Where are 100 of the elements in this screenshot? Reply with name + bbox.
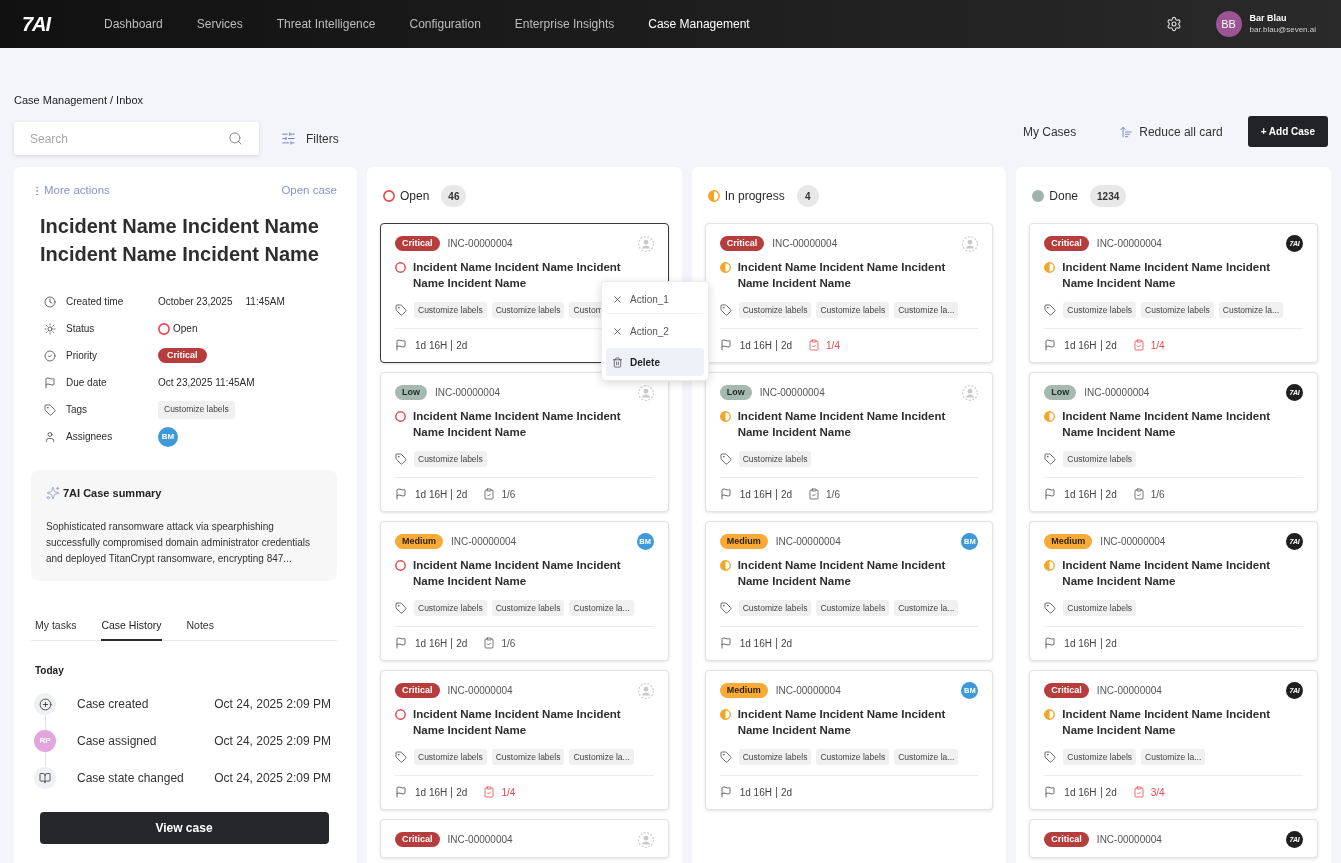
case-title: Incident Name Incident Name Incident Name Incident Name (413, 558, 622, 589)
case-card[interactable]: Critical INC-00000004 Incident Name Incident Name Incident Name Incident Name Customize labels Customize labels Customize la... 1d 16H 2d 1/4 (704, 223, 994, 363)
status-half-circle-icon (707, 190, 720, 202)
case-card[interactable]: Low INC-00000004 Incident Name Incident Name Incident Name Incident Name Customize labels 1d 16H 2d 1/6 (380, 372, 669, 512)
menu-item[interactable]: Action_1 (606, 286, 704, 314)
user-avatar[interactable]: BB (1215, 11, 1242, 37)
menu-item[interactable]: Delete (606, 348, 704, 376)
tag-icon (395, 453, 407, 465)
count-pill: 1234 (1090, 185, 1127, 207)
case-title: Incident Name Incident Name Incident Name Incident Name (737, 558, 947, 589)
nav-link[interactable]: Configuration (409, 15, 481, 33)
subtasks-icon (808, 488, 821, 500)
flag-icon (1044, 488, 1057, 500)
flag-icon (395, 339, 407, 351)
field-label: Priority (66, 349, 99, 363)
nav-link[interactable]: Services (196, 15, 243, 33)
history-group-label: Today (35, 664, 64, 678)
case-title: Incident Name Incident Name Incident Name Incident Name (737, 409, 947, 440)
assignee-avatar: RP (34, 730, 56, 752)
due-time: 2d (456, 487, 468, 502)
case-title: Incident Name Incident Name Incident Name Incident Name (1062, 558, 1272, 589)
flag-icon (395, 488, 407, 500)
unassigned-user-icon (637, 235, 654, 252)
subtasks-icon (1132, 786, 1145, 798)
tag-icon (1044, 453, 1057, 465)
field-value: Oct 23,2025 11:45AM (158, 376, 255, 390)
subtasks-count: 1/6 (1150, 487, 1165, 502)
tag-icon (1044, 304, 1057, 316)
case-card[interactable]: Critical INC-00000004 (380, 819, 669, 858)
case-id: INC-00000004 (772, 237, 838, 251)
priority-badge: Critical (1044, 683, 1089, 698)
tag-icon (1044, 751, 1057, 763)
sparkle-icon (46, 486, 60, 500)
user-email: bar.blau@seven.ai (1249, 24, 1316, 36)
tag-chip: Customize labels (738, 749, 812, 765)
subtasks-count: 1/6 (501, 636, 516, 651)
tag-chip: Customize labels (414, 451, 487, 467)
tag-chip: Customize labels (491, 749, 565, 765)
user-icon (44, 430, 56, 443)
search-field[interactable]: Search (14, 122, 259, 155)
case-title: Incident Name Incident Name Incident Name Incident Name (39, 214, 320, 267)
nav-link[interactable]: Dashboard (104, 15, 163, 33)
case-id: INC-00000004 (759, 386, 825, 400)
assignee-avatar: BM (158, 426, 178, 447)
nav-link[interactable]: Enterprise Insights (514, 15, 615, 33)
summary-title: 7AI Case summary (63, 485, 162, 501)
filters-button[interactable]: Filters (281, 129, 339, 148)
due-time: 2d (456, 636, 468, 651)
tab[interactable]: Notes (186, 618, 214, 641)
count-pill: 4 (796, 185, 819, 207)
tag-icon (719, 453, 732, 465)
priority-badge: Critical (158, 348, 207, 363)
flag-icon (1044, 339, 1057, 351)
elapsed-time: 1d 16H (415, 785, 448, 800)
view-case-button[interactable]: View case (39, 812, 329, 844)
tag-chip: Customize la... (1141, 749, 1206, 765)
search-icon (228, 131, 243, 146)
due-time: 2d (780, 785, 793, 800)
case-card[interactable]: Low INC-00000004 Incident Name Incident Name Incident Name Incident Name Customize labels 1d 16H 2d 1/6 (704, 372, 994, 512)
tab[interactable]: Case History (101, 618, 162, 641)
status-half-circle-icon (719, 708, 731, 720)
my-cases-button[interactable]: My Cases (1022, 122, 1077, 141)
priority-badge: Low (1044, 385, 1077, 400)
subtasks-count: 3/4 (1150, 785, 1165, 800)
priority-badge: Critical (395, 683, 440, 698)
due-time: 2d (780, 487, 793, 502)
unassigned-user-icon (637, 682, 654, 699)
case-title: Incident Name Incident Name Incident Name Incident Name (1062, 707, 1272, 738)
sun-icon (44, 322, 56, 335)
subtasks-count: 1/4 (826, 338, 840, 353)
tag-icon (395, 751, 407, 763)
close-icon (612, 294, 623, 305)
priority-badge: Low (719, 385, 752, 400)
status-half-circle-icon (719, 559, 731, 571)
tag-icon (719, 751, 732, 763)
settings-icon[interactable] (1165, 16, 1182, 32)
subtasks-icon (483, 488, 496, 500)
case-card[interactable]: Critical INC-00000004 Incident Name Incident Name Incident Name Incident Name Customize labels Customize labels Customize la... 1d 16H 2d 1/4 (380, 670, 669, 810)
tag-chip: Customize labels (738, 600, 812, 616)
history-event: Case assigned (77, 733, 157, 750)
logo[interactable]: 7AI (22, 14, 104, 34)
history-time: Oct 24, 2025 2:09 PM (214, 733, 331, 750)
tag-chip: Customize labels (816, 600, 890, 616)
due-time: 2d (1105, 636, 1117, 651)
tag-chip: Customize la... (1218, 302, 1284, 318)
nav-link[interactable]: Threat Intelligence (276, 15, 376, 33)
subtasks-count: 1/4 (1150, 338, 1165, 353)
elapsed-time: 1d 16H (415, 636, 448, 651)
case-id: INC-00000004 (775, 535, 841, 549)
tag-chip: Customize labels (1063, 302, 1137, 318)
sort-icon (1119, 124, 1134, 139)
tab[interactable]: My tasks (35, 618, 77, 641)
nav-link[interactable]: Case Management (648, 15, 750, 33)
reduce-cards-button[interactable]: Reduce all card (1119, 122, 1223, 141)
case-id: INC-00000004 (1096, 833, 1162, 847)
elapsed-time: 1d 16H (1064, 487, 1097, 502)
add-case-button[interactable]: + Add Case (1247, 116, 1328, 147)
tag-chip: Customize labels (738, 451, 812, 467)
unassigned-user-icon (637, 384, 654, 401)
tag-chip: Customize labels (491, 600, 565, 616)
